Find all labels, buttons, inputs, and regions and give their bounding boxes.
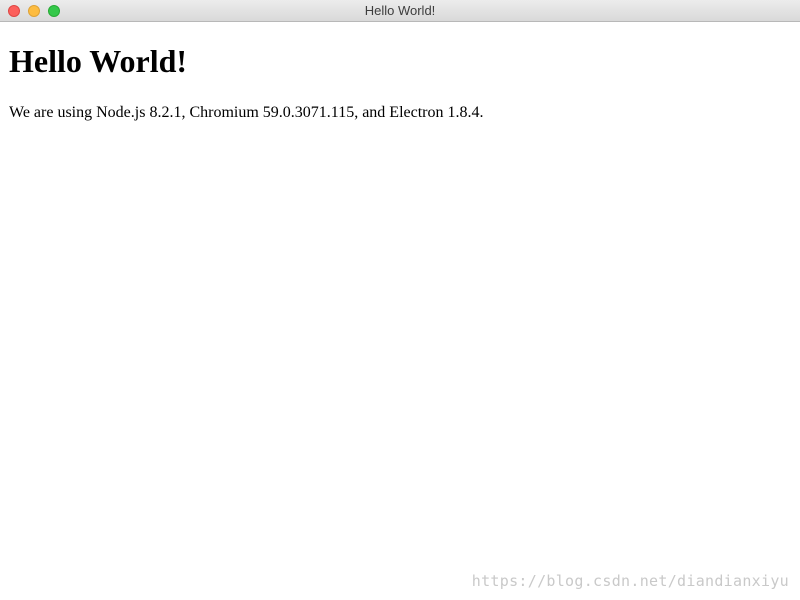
version-info-text: We are using Node.js 8.2.1, Chromium 59.… (9, 104, 484, 121)
page-heading: Hello World! (9, 43, 188, 79)
app-window: Hello World! Hello World! We are using N… (0, 0, 800, 600)
page-content: Hello World! We are using Node.js 8.2.1,… (9, 22, 791, 122)
watermark-text: https://blog.csdn.net/diandianxiyu (471, 572, 789, 590)
window-title: Hello World! (364, 3, 436, 18)
title-bar[interactable]: Hello World! (0, 0, 800, 22)
